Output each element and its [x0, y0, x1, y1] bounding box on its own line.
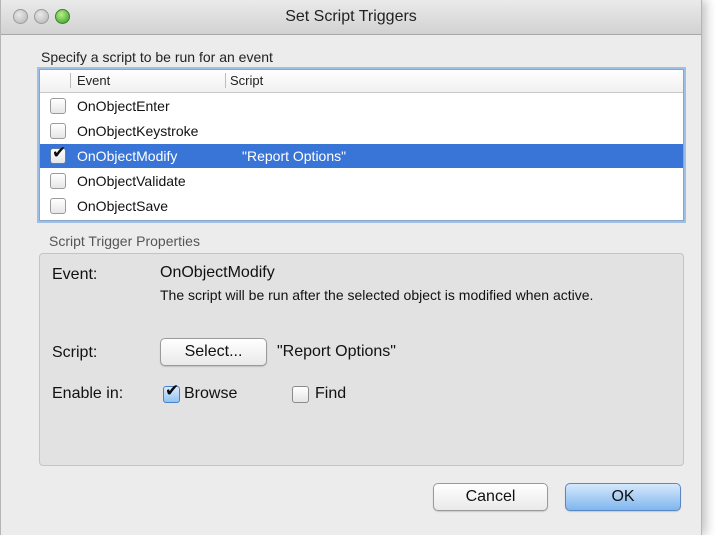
- cancel-button[interactable]: Cancel: [433, 483, 548, 511]
- row-event: OnObjectKeystroke: [77, 123, 199, 139]
- column-header-event[interactable]: Event: [77, 73, 110, 88]
- row-checkbox[interactable]: [50, 173, 66, 189]
- properties-caption: Script Trigger Properties: [49, 233, 200, 249]
- row-checkbox[interactable]: [50, 98, 66, 114]
- row-checkbox[interactable]: [50, 123, 66, 139]
- select-script-button[interactable]: Select...: [160, 338, 267, 366]
- event-value: OnObjectModify: [160, 264, 275, 281]
- list-row[interactable]: OnObjectKeystroke: [40, 119, 683, 143]
- list-caption: Specify a script to be run for an event: [41, 49, 273, 65]
- find-label: Find: [315, 385, 347, 402]
- list-header: Event Script: [40, 70, 683, 93]
- title-bar: Set Script Triggers: [1, 0, 701, 35]
- enable-in-label: Enable in:: [52, 385, 124, 402]
- list-row-selected[interactable]: ✔ OnObjectModify "Report Options": [40, 143, 683, 168]
- row-event: OnObjectModify: [77, 148, 178, 164]
- list-row[interactable]: OnObjectValidate: [40, 169, 683, 193]
- ok-button[interactable]: OK: [565, 483, 681, 511]
- header-divider: [70, 73, 71, 88]
- script-label: Script:: [52, 344, 98, 361]
- event-label: Event:: [52, 266, 98, 283]
- script-value: "Report Options": [277, 343, 396, 360]
- event-description: The script will be run after the selecte…: [160, 287, 594, 303]
- window-title: Set Script Triggers: [285, 8, 417, 25]
- list-row[interactable]: OnObjectEnter: [40, 94, 683, 118]
- browse-checkbox[interactable]: ✔: [163, 381, 180, 403]
- row-event: OnObjectValidate: [77, 173, 186, 189]
- event-list[interactable]: Event Script OnObjectEnter OnObjectKeyst…: [39, 69, 684, 221]
- row-checkbox[interactable]: [50, 198, 66, 214]
- row-event: OnObjectSave: [77, 198, 169, 214]
- header-divider: [225, 73, 226, 88]
- row-event: OnObjectEnter: [77, 98, 170, 114]
- dialog-window: Set Script Triggers Specify a script to …: [0, 0, 702, 535]
- checkmark-icon: ✔: [52, 143, 67, 162]
- browse-label: Browse: [184, 385, 238, 402]
- column-header-script[interactable]: Script: [230, 73, 263, 88]
- row-script: "Report Options": [242, 148, 347, 164]
- list-row[interactable]: OnObjectSave: [40, 194, 683, 218]
- row-checkbox[interactable]: ✔: [50, 143, 66, 164]
- properties-panel: Event: OnObjectModify The script will be…: [39, 253, 684, 466]
- find-checkbox[interactable]: [292, 386, 309, 403]
- checkmark-icon: ✔: [165, 381, 180, 400]
